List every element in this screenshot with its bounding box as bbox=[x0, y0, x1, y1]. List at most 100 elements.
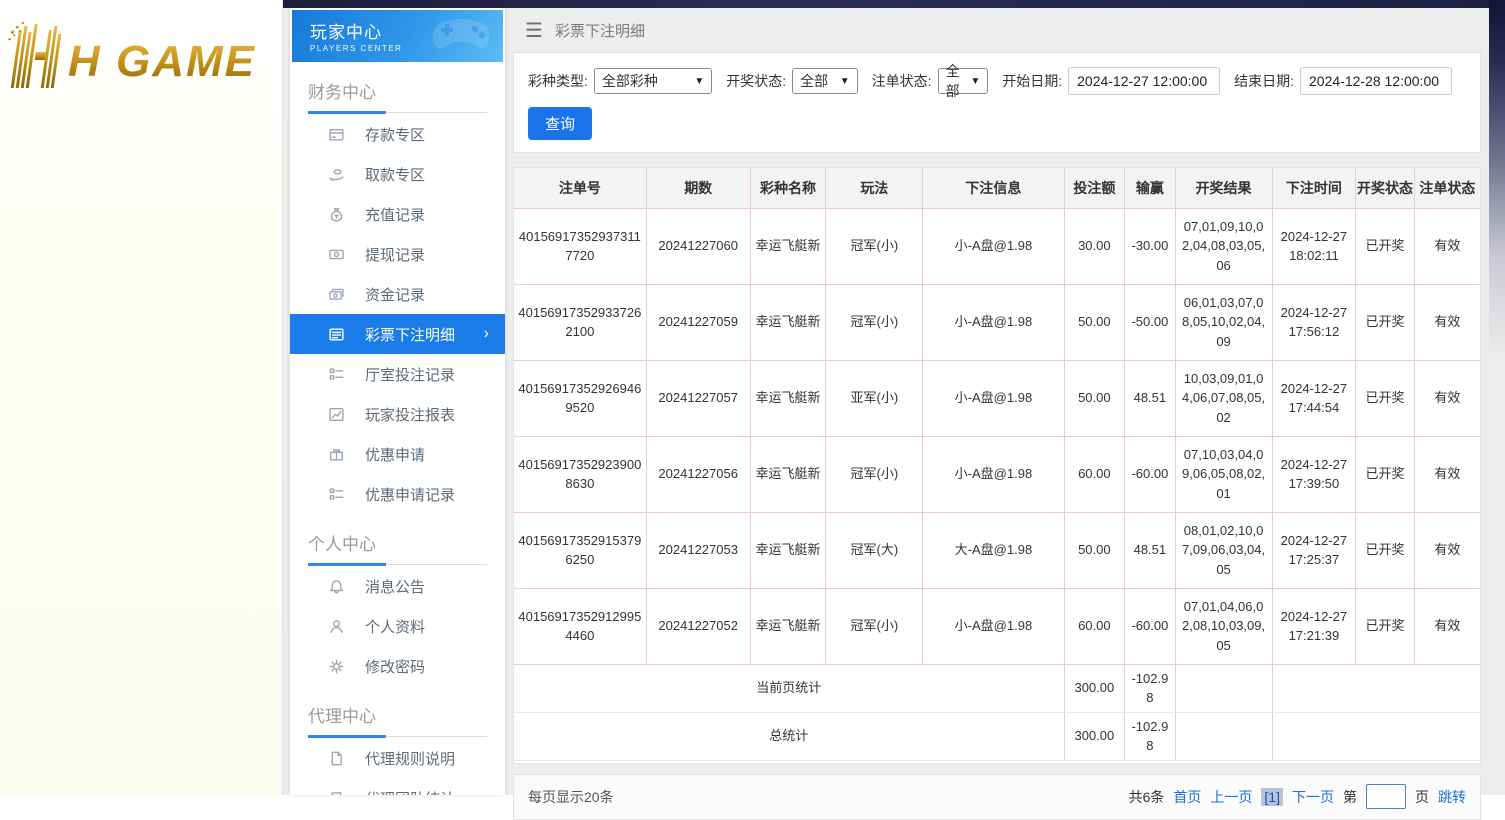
sidebar-item-2-1[interactable]: 代理团队统计 bbox=[290, 778, 505, 795]
chevron-down-icon: ▼ bbox=[694, 75, 705, 87]
sidebar: 玩家中心 PLAYERS CENTER 财务中心 存款专区 取款专区 充值记录 … bbox=[290, 8, 505, 795]
table-cell: 小-A盘@1.98 bbox=[922, 435, 1065, 513]
sidebar-section-title: 财务中心 bbox=[308, 83, 376, 102]
start-date-input[interactable] bbox=[1068, 67, 1221, 95]
table-row: 401569173529337262100 20241227059 幸运飞艇新 冠军(… bbox=[514, 283, 1480, 361]
sidebar-item-1-1[interactable]: 个人资料 bbox=[290, 606, 505, 646]
summary-bet-total: 300.00 bbox=[1063, 663, 1126, 713]
table-cell: 401569173529129954460 bbox=[514, 587, 647, 665]
table-cell: 已开奖 bbox=[1355, 511, 1415, 589]
sidebar-item-label: 资金记录 bbox=[365, 286, 426, 304]
sidebar-item-0-6[interactable]: 厅室投注记录 bbox=[290, 354, 505, 394]
table-row: 401569173529239008630 20241227056 幸运飞艇新 冠军(… bbox=[514, 435, 1480, 513]
table-row: 401569173529153796250 20241227053 幸运飞艇新 冠军(… bbox=[514, 511, 1480, 589]
query-button[interactable]: 查询 bbox=[528, 107, 593, 140]
table-cell: 有效 bbox=[1413, 283, 1480, 361]
jump-link[interactable]: 跳转 bbox=[1438, 787, 1466, 807]
sidebar-item-2-0[interactable]: 代理规则说明 bbox=[290, 738, 505, 778]
prev-page-link[interactable]: 上一页 bbox=[1210, 787, 1252, 807]
table-cell: 有效 bbox=[1413, 587, 1480, 665]
summary-row: 当前页统计 300.00 -102.98 bbox=[514, 663, 1480, 713]
table-cell: 50.00 bbox=[1063, 283, 1126, 361]
gift-icon bbox=[328, 446, 345, 463]
table-cell: 20241227060 bbox=[645, 207, 751, 285]
filter-panel: 彩种类型: 全部彩种 ▼ 开奖状态: 全部 ▼ 注单状态: 全部 ▼ 开始日期:… bbox=[513, 52, 1481, 153]
page-number-input[interactable] bbox=[1366, 784, 1406, 809]
first-page-link[interactable]: 首页 bbox=[1173, 787, 1201, 807]
summary-label: 当前页统计 bbox=[514, 663, 1065, 713]
chevron-down-icon: ▼ bbox=[970, 75, 981, 87]
sidebar-item-1-2[interactable]: 修改密码 bbox=[290, 646, 505, 686]
table-cell: 48.51 bbox=[1124, 511, 1176, 589]
summary-empty-cell bbox=[1271, 711, 1480, 761]
deposit-card-icon bbox=[328, 126, 345, 143]
sidebar-item-0-2[interactable]: 充值记录 bbox=[290, 194, 505, 234]
summary-row: 总统计 300.00 -102.98 bbox=[514, 711, 1480, 761]
next-page-link[interactable]: 下一页 bbox=[1292, 787, 1334, 807]
sidebar-item-0-0[interactable]: 存款专区 bbox=[290, 114, 505, 154]
sidebar-item-0-1[interactable]: 取款专区 bbox=[290, 154, 505, 194]
table-cell: 冠军(小) bbox=[825, 283, 924, 361]
current-page-badge: [1] bbox=[1261, 787, 1283, 806]
banknote-icon bbox=[328, 246, 345, 263]
sidebar-item-0-9[interactable]: 优惠申请记录 bbox=[290, 474, 505, 514]
chevron-right-icon: › bbox=[483, 325, 489, 342]
draw-status-select[interactable]: 全部 ▼ bbox=[792, 68, 858, 94]
table-cell: 已开奖 bbox=[1355, 359, 1415, 437]
summary-winloss-total: -102.98 bbox=[1124, 663, 1176, 713]
sidebar-item-1-0[interactable]: 消息公告 bbox=[290, 566, 505, 606]
table-cell: 有效 bbox=[1413, 207, 1480, 285]
sidebar-item-0-4[interactable]: 资金记录 bbox=[290, 274, 505, 314]
sidebar-section-header: 个人中心 bbox=[308, 530, 487, 566]
order-status-label: 注单状态: bbox=[871, 73, 932, 89]
column-header: 投注额 bbox=[1063, 168, 1126, 209]
document-icon bbox=[328, 750, 345, 767]
sidebar-section-title: 个人中心 bbox=[308, 535, 376, 554]
sidebar-item-0-5[interactable]: 彩票下注明细 › bbox=[290, 314, 505, 354]
table-cell: 07,01,04,06,02,08,10,03,09,05 bbox=[1174, 587, 1273, 665]
sidebar-item-0-8[interactable]: 优惠申请 bbox=[290, 434, 505, 474]
bet-table: 注单号 期数 彩种名称 玩法 下注信息 投注额 输赢 开奖结果 下注时间 开奖状态 注单状态 401… bbox=[514, 168, 1480, 761]
table-cell: 2024-12-27 17:56:12 bbox=[1271, 283, 1357, 361]
sidebar-item-label: 优惠申请记录 bbox=[365, 486, 456, 504]
table-row: 401569173529373117720 20241227060 幸运飞艇新 冠军(… bbox=[514, 207, 1480, 285]
chart-icon bbox=[328, 406, 345, 423]
person-icon bbox=[328, 618, 345, 635]
lottery-type-select[interactable]: 全部彩种 ▼ bbox=[593, 68, 713, 94]
summary-empty-cell bbox=[1174, 711, 1273, 761]
list-card-icon bbox=[328, 326, 345, 343]
gear-icon bbox=[328, 658, 345, 675]
order-status-select[interactable]: 全部 ▼ bbox=[937, 63, 989, 99]
table-cell: 2024-12-27 17:39:50 bbox=[1271, 435, 1357, 513]
summary-winloss-total: -102.98 bbox=[1124, 711, 1176, 761]
sidebar-item-0-3[interactable]: 提现记录 bbox=[290, 234, 505, 274]
sidebar-item-label: 提现记录 bbox=[365, 246, 426, 264]
sidebar-menu: 财务中心 存款专区 取款专区 充值记录 提现记录 资金记录 彩票下注明细 › 厅室… bbox=[290, 78, 505, 795]
chevron-down-icon: ▼ bbox=[839, 75, 850, 87]
table-cell: 已开奖 bbox=[1355, 587, 1415, 665]
table-cell: 07,10,03,04,09,06,05,08,02,01 bbox=[1174, 435, 1273, 513]
table-cell: 401569173529373117720 bbox=[514, 207, 647, 285]
table-cell: 30.00 bbox=[1063, 207, 1126, 285]
sidebar-item-label: 厅室投注记录 bbox=[365, 366, 456, 384]
table-cell: 大-A盘@1.98 bbox=[922, 511, 1065, 589]
table-cell: 50.00 bbox=[1063, 511, 1126, 589]
end-date-input[interactable] bbox=[1300, 67, 1453, 95]
total-count-label: 共6条 bbox=[1128, 788, 1165, 805]
sidebar-item-0-7[interactable]: 玩家投注报表 bbox=[290, 394, 505, 434]
table-cell: 20241227052 bbox=[645, 587, 751, 665]
hamburger-icon[interactable]: ☰ bbox=[525, 18, 543, 43]
table-cell: 已开奖 bbox=[1355, 207, 1415, 285]
withdraw-hand-icon bbox=[328, 166, 345, 183]
checklist-icon bbox=[328, 366, 345, 383]
summary-label: 总统计 bbox=[514, 711, 1065, 761]
top-dark-bar bbox=[283, 0, 1505, 8]
main-content: ☰ 彩票下注明细 彩种类型: 全部彩种 ▼ 开奖状态: 全部 ▼ 注单状态: 全… bbox=[513, 8, 1481, 820]
table-cell: 幸运飞艇新 bbox=[749, 283, 827, 361]
order-status-value: 全部 bbox=[945, 63, 960, 99]
table-cell: 2024-12-27 18:02:11 bbox=[1271, 207, 1357, 285]
table-cell: 冠军(小) bbox=[825, 587, 924, 665]
lottery-type-label: 彩种类型: bbox=[528, 73, 588, 89]
moneybag-icon bbox=[328, 206, 345, 223]
sidebar-section-header: 代理中心 bbox=[308, 702, 487, 738]
